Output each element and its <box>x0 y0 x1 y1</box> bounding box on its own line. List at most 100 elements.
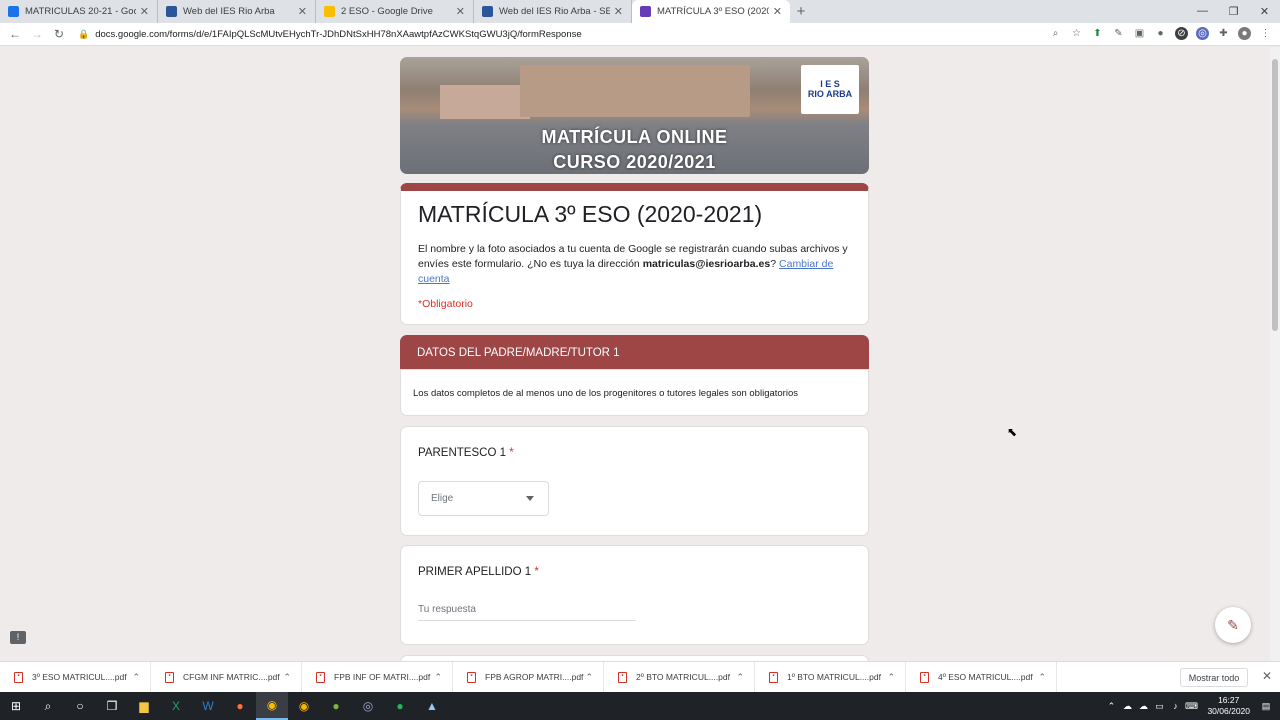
extension-icon[interactable]: ● <box>1154 27 1167 40</box>
chevron-up-icon[interactable]: ⌃ <box>1038 672 1046 683</box>
tab-bar: MATRICULAS 20-21 - Google Dri ✕ Web del … <box>0 0 1280 23</box>
app-icon[interactable]: ◎ <box>352 692 384 720</box>
download-item[interactable]: ▪ 3º ESO MATRICUL....pdf ⌃ <box>0 661 151 693</box>
address-bar: ← → ↻ 🔒 docs.google.com/forms/d/e/1FAIpQ… <box>0 23 1280 46</box>
download-item[interactable]: ▪ 1º BTO MATRICUL....pdf ⌃ <box>755 661 906 693</box>
extension-icon[interactable]: ⬆ <box>1091 27 1104 40</box>
downloads-bar: ▪ 3º ESO MATRICUL....pdf ⌃ ▪ CFGM INF MATRI… <box>0 661 1280 693</box>
app-icon[interactable]: ● <box>320 692 352 720</box>
app-icon[interactable]: ▲ <box>416 692 448 720</box>
word-icon[interactable]: W <box>192 692 224 720</box>
windows-start-icon[interactable]: ⊞ <box>0 692 32 720</box>
scrollbar-thumb[interactable] <box>1272 59 1278 331</box>
back-icon[interactable]: ← <box>4 27 26 41</box>
forward-icon[interactable]: → <box>26 27 48 41</box>
download-item[interactable]: ▪ 2º BTO MATRICUL....pdf ⌃ <box>604 661 755 693</box>
chevron-up-icon[interactable]: ⌃ <box>132 672 140 683</box>
clock[interactable]: 16:27 30/06/2020 <box>1207 695 1250 717</box>
download-item[interactable]: ▪ CFGM INF MATRIC....pdf ⌃ <box>151 661 302 693</box>
task-view-icon[interactable]: ❒ <box>96 692 128 720</box>
extensions-area: ⌕ ☆ ⬆ ✎ ▣ ● ⊘ ◎ ✚ ● ⋮ <box>1049 27 1272 40</box>
clock-date: 30/06/2020 <box>1207 706 1250 716</box>
tab-title: Web del IES Rio Arba <box>183 6 275 17</box>
extension-icon[interactable]: ◎ <box>1196 27 1209 40</box>
close-tab-icon[interactable]: ✕ <box>298 5 307 18</box>
question-parentesco: PARENTESCO 1 * Elige <box>400 426 869 536</box>
banner-photo <box>440 85 530 119</box>
primer-apellido-input[interactable]: Tu respuesta <box>418 604 636 621</box>
tab-matriculas-drive[interactable]: MATRICULAS 20-21 - Google Dri ✕ <box>0 0 158 23</box>
chevron-up-icon[interactable]: ⌃ <box>887 672 895 683</box>
edit-pencil-icon[interactable]: ✎ <box>1215 607 1251 643</box>
lock-icon: 🔒 <box>78 28 90 39</box>
chevron-up-icon[interactable]: ⌃ <box>1103 701 1119 712</box>
cloud-icon[interactable]: ☁ <box>1135 701 1151 712</box>
section-description: Los datos completos de al menos uno de l… <box>400 369 869 416</box>
volume-icon[interactable]: ♪ <box>1167 701 1183 711</box>
banner-title-line1: MATRÍCULA ONLINE <box>541 127 728 147</box>
download-filename: 3º ESO MATRICUL....pdf <box>32 672 127 682</box>
form-title: MATRÍCULA 3º ESO (2020-2021) <box>418 201 763 227</box>
chrome-icon[interactable]: ◉ <box>256 692 288 720</box>
google-drive-icon <box>324 6 335 17</box>
feedback-icon[interactable]: ! <box>10 631 26 644</box>
download-item[interactable]: ▪ FPB INF OF MATRI....pdf ⌃ <box>302 661 453 693</box>
restore-icon[interactable]: ❐ <box>1218 0 1249 22</box>
chrome-canary-icon[interactable]: ◉ <box>288 692 320 720</box>
puzzle-icon[interactable]: ✚ <box>1217 27 1230 40</box>
google-forms-icon <box>640 6 651 17</box>
parentesco-dropdown[interactable]: Elige <box>418 481 549 516</box>
close-tab-icon[interactable]: ✕ <box>614 5 623 18</box>
firefox-icon[interactable]: ● <box>224 692 256 720</box>
extension-icon[interactable]: ⊘ <box>1175 27 1188 40</box>
reload-icon[interactable]: ↻ <box>48 27 70 41</box>
chevron-down-icon <box>526 496 534 501</box>
chevron-up-icon[interactable]: ⌃ <box>736 672 744 683</box>
download-item[interactable]: ▪ 4º ESO MATRICUL....pdf ⌃ <box>906 661 1057 693</box>
excel-icon[interactable]: X <box>160 692 192 720</box>
spotify-icon[interactable]: ● <box>384 692 416 720</box>
menu-icon[interactable]: ⋮ <box>1259 27 1272 40</box>
pdf-file-icon: ▪ <box>165 671 174 683</box>
screenshot-extension-icon[interactable]: ▣ <box>1133 27 1146 40</box>
tab-title: MATRÍCULA 3º ESO (2020-2021) <box>657 6 769 17</box>
clock-time: 16:27 <box>1218 695 1240 705</box>
close-window-icon[interactable]: ✕ <box>1249 0 1280 22</box>
chevron-up-icon[interactable]: ⌃ <box>434 672 442 683</box>
cortana-icon[interactable]: ○ <box>64 692 96 720</box>
download-item[interactable]: ▪ FPB AGROP MATRI....pdf ⌃ <box>453 661 604 693</box>
pdf-file-icon: ▪ <box>769 671 778 683</box>
avatar[interactable]: ● <box>1238 27 1251 40</box>
notifications-icon[interactable]: ▤ <box>1258 701 1274 712</box>
tab-web-ies[interactable]: Web del IES Rio Arba ✕ <box>158 0 316 23</box>
banner-title-line2: CURSO 2020/2021 <box>553 152 716 172</box>
zoom-icon[interactable]: ⌕ <box>1049 27 1062 40</box>
show-all-downloads-button[interactable]: Mostrar todo <box>1180 668 1248 687</box>
tab-2eso-drive[interactable]: 2 ESO - Google Drive ✕ <box>316 0 474 23</box>
close-downloads-icon[interactable]: ✕ <box>1262 669 1272 683</box>
scrollbar[interactable] <box>1270 47 1280 661</box>
close-tab-icon[interactable]: ✕ <box>140 5 149 18</box>
minimize-icon[interactable]: — <box>1187 0 1218 22</box>
bookmark-star-icon[interactable]: ☆ <box>1070 27 1083 40</box>
onedrive-icon[interactable]: ☁ <box>1119 701 1135 712</box>
question-label: PRIMER APELLIDO 1 * <box>418 566 868 578</box>
network-icon[interactable]: ▭ <box>1151 701 1167 712</box>
tab-matricula-form[interactable]: MATRÍCULA 3º ESO (2020-2021) ✕ <box>632 0 790 23</box>
url-field[interactable]: 🔒 docs.google.com/forms/d/e/1FAIpQLScMUt… <box>78 29 582 40</box>
close-tab-icon[interactable]: ✕ <box>773 5 782 18</box>
chevron-up-icon[interactable]: ⌃ <box>283 672 291 683</box>
tab-web-secretaria[interactable]: Web del IES Rio Arba - SECRETAR ✕ <box>474 0 632 23</box>
required-star: * <box>534 566 539 578</box>
download-filename: FPB INF OF MATRI....pdf <box>334 672 431 682</box>
file-explorer-icon[interactable]: ▆ <box>128 692 160 720</box>
search-icon[interactable]: ⌕ <box>32 692 64 720</box>
download-filename: 2º BTO MATRICUL....pdf <box>636 672 730 682</box>
tab-title: Web del IES Rio Arba - SECRETAR <box>499 6 610 17</box>
close-tab-icon[interactable]: ✕ <box>456 5 465 18</box>
pen-extension-icon[interactable]: ✎ <box>1112 27 1125 40</box>
account-email: matriculas@iesrioarba.es <box>642 258 771 270</box>
keyboard-icon[interactable]: ⌨ <box>1183 701 1199 712</box>
new-tab-icon[interactable]: + <box>790 0 812 23</box>
chevron-up-icon[interactable]: ⌃ <box>585 672 593 683</box>
